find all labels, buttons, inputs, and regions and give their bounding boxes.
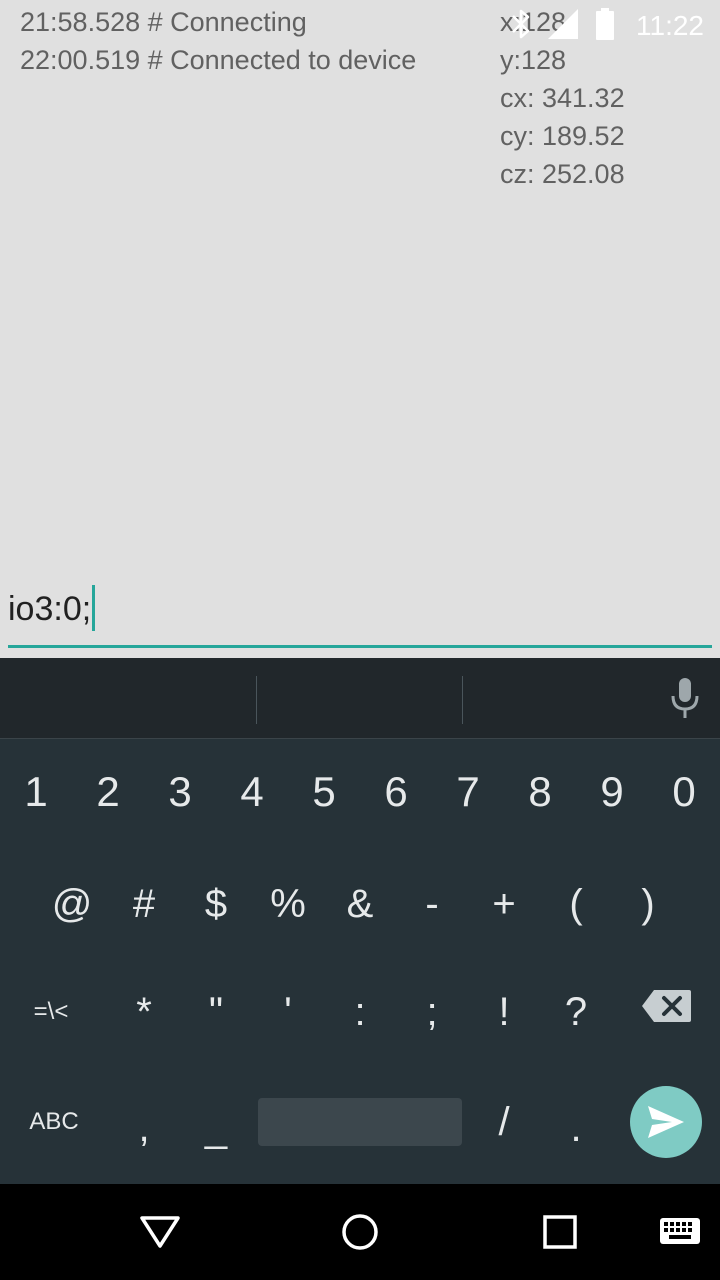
key-0[interactable]: 0 [648,742,720,842]
key-7[interactable]: 7 [432,742,504,842]
send-icon [648,1106,684,1138]
key-percent[interactable]: % [252,854,324,954]
key-semicolon[interactable]: ; [396,962,468,1062]
key-period[interactable]: . [540,1078,612,1178]
key-question[interactable]: ? [540,962,612,1062]
key-comma[interactable]: , [108,1078,180,1178]
readout-y: y:128 [500,45,567,75]
suggestion-strip [0,658,720,739]
key-slash[interactable]: / [468,1072,540,1172]
key-9[interactable]: 9 [576,742,648,842]
key-exclamation[interactable]: ! [468,962,540,1062]
log-line: 21:58.528 # Connecting [20,7,307,37]
status-time: 11:22 [636,10,704,41]
key-abc[interactable]: ABC [18,1072,90,1172]
suggestion-divider [256,676,257,724]
key-1[interactable]: 1 [0,742,72,842]
key-ampersand[interactable]: & [324,854,396,954]
bluetooth-icon [510,7,532,46]
connection-log: 21:58.528 # Connecting 22:00.519 # Conne… [20,3,416,79]
key-underscore[interactable]: _ [180,1078,252,1178]
recents-icon[interactable] [536,1208,584,1256]
command-input-value[interactable]: io3:0; [8,585,91,633]
key-close-paren[interactable]: ) [612,854,684,954]
text-caret [92,585,96,631]
microphone-icon[interactable] [670,676,700,725]
key-at[interactable]: @ [36,854,108,954]
key-asterisk[interactable]: * [108,962,180,1062]
key-4[interactable]: 4 [216,742,288,842]
key-6[interactable]: 6 [360,742,432,842]
key-double-quote[interactable]: " [180,962,252,1062]
key-hash[interactable]: # [108,854,180,954]
readout-cx: cx: 341.32 [500,83,625,113]
key-space[interactable] [258,1098,462,1146]
key-5[interactable]: 5 [288,742,360,842]
key-single-quote[interactable]: ' [252,962,324,1062]
log-line: 22:00.519 # Connected to device [20,45,417,75]
readout-cy: cy: 189.52 [500,121,625,151]
key-3[interactable]: 3 [144,742,216,842]
readout-cz: cz: 252.08 [500,159,625,189]
navigation-bar [0,1184,720,1280]
key-open-paren[interactable]: ( [540,854,612,954]
key-minus[interactable]: - [396,854,468,954]
app-area: 21:58.528 # Connecting 22:00.519 # Conne… [0,0,720,658]
screen: 21:58.528 # Connecting 22:00.519 # Conne… [0,0,720,1280]
signal-icon [546,7,580,46]
backspace-icon[interactable] [640,988,692,1029]
status-bar: 11:22 [510,6,704,46]
key-colon[interactable]: : [324,962,396,1062]
key-8[interactable]: 8 [504,742,576,842]
battery-icon [594,7,616,46]
keyboard-switch-icon[interactable] [656,1208,704,1256]
key-more-symbols[interactable]: =\< [14,962,88,1062]
command-input[interactable]: io3:0; [8,585,712,633]
back-icon[interactable] [136,1208,184,1256]
home-icon[interactable] [336,1208,384,1256]
key-dollar[interactable]: $ [180,854,252,954]
soft-keyboard: 1 2 3 4 5 6 7 8 9 0 @ # $ % & - + ( ) =\… [0,658,720,1184]
key-plus[interactable]: + [468,854,540,954]
command-input-underline [8,645,712,648]
key-2[interactable]: 2 [72,742,144,842]
suggestion-divider [462,676,463,724]
send-button[interactable] [630,1086,702,1158]
